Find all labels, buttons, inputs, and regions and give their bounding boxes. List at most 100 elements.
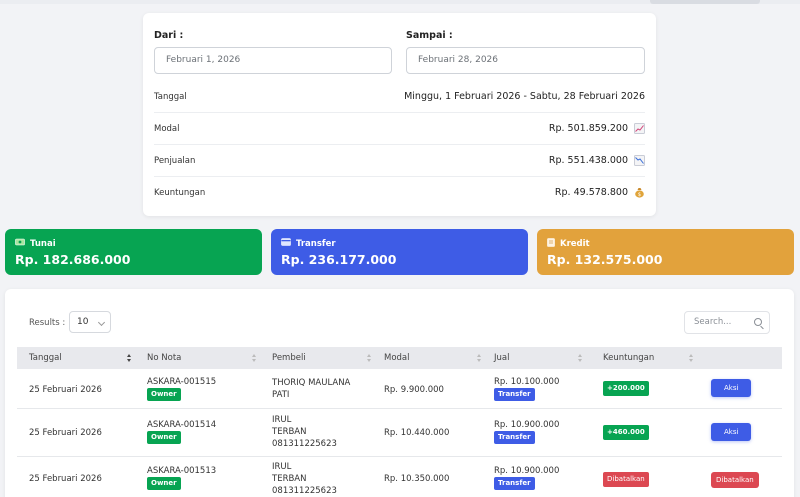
buyer-phone: 081311225623 xyxy=(272,486,337,496)
svg-text:$: $ xyxy=(638,192,641,198)
aksi-button[interactable]: Aksi xyxy=(711,379,752,397)
summary-card: Dari : Februari 1, 2026 Sampai : Februar… xyxy=(143,13,656,216)
jual-amount: Rp. 10.900.000 xyxy=(494,466,560,476)
nota-number: ASKARA-001515 xyxy=(147,377,217,387)
sort-icon xyxy=(477,354,482,362)
search-placeholder: Search... xyxy=(694,317,732,327)
stat-label: Kredit xyxy=(560,239,590,249)
stat-amount: Rp. 236.177.000 xyxy=(281,252,397,267)
transactions-card: Results : 10 Search... Tanggal No Nota P… xyxy=(5,289,794,497)
summary-row-keuntungan: Keuntungan Rp. 49.578.800 $ xyxy=(154,177,645,209)
summary-value: Rp. 551.438.000 xyxy=(549,155,645,166)
transfer-badge: Transfer xyxy=(494,477,535,490)
cell-nota: ASKARA-001513 Owner xyxy=(147,465,216,490)
column-tanggal[interactable]: Tanggal xyxy=(29,347,141,369)
summary-value: Rp. 49.578.800 $ xyxy=(555,187,645,198)
stat-title: Transfer xyxy=(281,238,336,249)
stat-label: Transfer xyxy=(296,238,336,249)
cancelled-badge: Dibatalkan xyxy=(603,472,649,487)
ledger-icon xyxy=(547,238,555,250)
owner-badge: Owner xyxy=(147,477,181,490)
jual-amount: Rp. 10.900.000 xyxy=(494,420,560,430)
transfer-badge: Transfer xyxy=(494,388,535,401)
stat-label: Tunai xyxy=(30,238,56,249)
cell-jual: Rp. 10.900.000 Transfer xyxy=(494,465,559,490)
summary-row-penjualan: Penjualan Rp. 551.438.000 xyxy=(154,145,645,177)
jual-amount: Rp. 10.100.000 xyxy=(494,377,560,387)
cell-jual: Rp. 10.100.000 Transfer xyxy=(494,376,559,401)
cell-tanggal: 25 Februari 2026 xyxy=(29,474,102,484)
owner-badge: Owner xyxy=(147,431,181,444)
to-label: Sampai : xyxy=(406,30,453,41)
stat-amount: Rp. 182.686.000 xyxy=(15,252,131,267)
owner-badge: Owner xyxy=(147,388,181,401)
summary-value: Rp. 501.859.200 xyxy=(549,123,645,134)
cash-icon xyxy=(15,238,25,249)
cancelled-status-button: Dibatalkan xyxy=(711,472,759,488)
stat-card-tunai: Tunai Rp. 182.686.000 xyxy=(5,229,262,275)
from-label: Dari : xyxy=(154,30,184,41)
cell-nota: ASKARA-001514 Owner xyxy=(147,419,216,444)
summary-value: Minggu, 1 Februari 2026 - Sabtu, 28 Febr… xyxy=(404,91,645,102)
column-modal[interactable]: Modal xyxy=(384,347,488,369)
column-label: Modal xyxy=(384,353,410,363)
nota-number: ASKARA-001513 xyxy=(147,466,217,476)
cell-aksi: Aksi xyxy=(711,423,752,441)
page-size-select[interactable]: 10 xyxy=(69,311,111,333)
nota-number: ASKARA-001514 xyxy=(147,420,217,430)
cell-pembeli: THORIQ MAULANA PATI xyxy=(272,377,350,401)
summary-row-tanggal: Tanggal Minggu, 1 Februari 2026 - Sabtu,… xyxy=(154,81,645,113)
search-icon xyxy=(754,318,762,326)
top-strip xyxy=(0,0,800,4)
date-range-text: Minggu, 1 Februari 2026 - Sabtu, 28 Febr… xyxy=(404,91,645,102)
cell-keuntungan: +200.000 xyxy=(603,381,649,396)
cell-pembeli: IRUL TERBAN 081311225623 xyxy=(272,414,337,450)
buyer-phone: 081311225623 xyxy=(272,439,337,449)
top-ribbon xyxy=(650,0,760,4)
stat-title: Kredit xyxy=(547,238,590,250)
column-no-nota[interactable]: No Nota xyxy=(147,347,262,369)
results-label: Results : xyxy=(29,318,66,328)
summary-label: Tanggal xyxy=(154,92,187,102)
card-icon xyxy=(281,238,291,249)
table-row: 25 Februari 2026 ASKARA-001513 Owner IRU… xyxy=(17,457,782,497)
from-date-input[interactable]: Februari 1, 2026 xyxy=(154,47,392,74)
sort-icon xyxy=(578,354,583,362)
chevron-down-icon xyxy=(97,318,106,327)
cell-modal: Rp. 10.350.000 xyxy=(384,474,450,484)
column-jual[interactable]: Jual xyxy=(494,347,594,369)
buyer-name: IRUL xyxy=(272,462,292,472)
column-label: Keuntungan xyxy=(603,353,655,363)
search-input[interactable]: Search... xyxy=(684,311,770,334)
buyer-name: IRUL xyxy=(272,415,292,425)
stat-card-kredit: Kredit Rp. 132.575.000 xyxy=(537,229,794,275)
cell-aksi: Dibatalkan xyxy=(711,472,759,488)
to-date-input[interactable]: Februari 28, 2026 xyxy=(406,47,645,74)
stat-card-transfer: Transfer Rp. 236.177.000 xyxy=(271,229,528,275)
profit-badge: +200.000 xyxy=(603,381,649,396)
cell-aksi: Aksi xyxy=(711,379,752,397)
cell-modal: Rp. 9.900.000 xyxy=(384,385,444,395)
stat-title: Tunai xyxy=(15,238,56,249)
table-header: Tanggal No Nota Pembeli Modal Jual Keunt… xyxy=(17,347,782,369)
modal-amount: Rp. 501.859.200 xyxy=(548,123,628,134)
sort-icon xyxy=(689,354,694,362)
column-keuntungan[interactable]: Keuntungan xyxy=(603,347,703,369)
cell-keuntungan: Dibatalkan xyxy=(603,472,649,487)
aksi-button[interactable]: Aksi xyxy=(711,423,752,441)
transfer-badge: Transfer xyxy=(494,431,535,444)
sort-icon xyxy=(252,354,257,362)
cell-nota: ASKARA-001515 Owner xyxy=(147,376,216,401)
keuntungan-amount: Rp. 49.578.800 xyxy=(554,187,628,198)
table-row: 25 Februari 2026 ASKARA-001514 Owner IRU… xyxy=(17,409,782,457)
cell-tanggal: 25 Februari 2026 xyxy=(29,385,102,395)
sort-icon xyxy=(367,354,372,362)
cell-keuntungan: +460.000 xyxy=(603,425,649,440)
buyer-location: PATI xyxy=(272,390,290,400)
summary-label: Penjualan xyxy=(154,156,196,166)
profit-badge: +460.000 xyxy=(603,425,649,440)
column-label: Jual xyxy=(494,353,510,363)
summary-label: Keuntungan xyxy=(154,188,206,198)
buyer-location: TERBAN xyxy=(272,474,307,484)
column-pembeli[interactable]: Pembeli xyxy=(272,347,377,369)
